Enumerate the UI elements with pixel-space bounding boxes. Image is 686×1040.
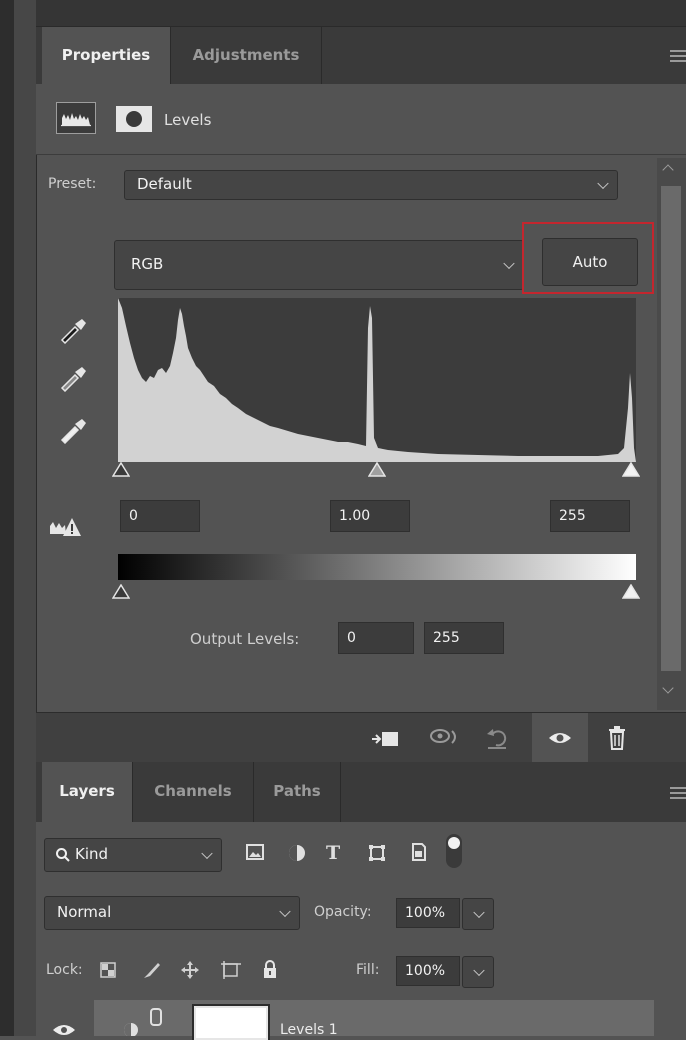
lock-transparent-pixels-icon[interactable] <box>100 962 116 982</box>
properties-tab-row: Properties Adjustments <box>36 26 686 85</box>
input-black-field[interactable]: 0 <box>120 500 200 532</box>
opacity-dropdown[interactable] <box>462 898 494 930</box>
blend-mode-row: Normal Opacity: 100% <box>36 884 686 943</box>
channel-select[interactable]: RGB <box>114 240 524 290</box>
output-white-slider[interactable] <box>621 583 641 604</box>
properties-footer <box>36 712 686 764</box>
search-icon <box>56 848 70 862</box>
input-black-slider[interactable] <box>111 461 131 482</box>
view-previous-state-icon[interactable] <box>428 725 460 753</box>
input-white-slider[interactable] <box>621 461 641 482</box>
fill-field[interactable]: 100% <box>396 956 460 986</box>
white-point-eyedropper-icon[interactable] <box>58 416 90 448</box>
opacity-field[interactable]: 100% <box>396 898 460 928</box>
layer-visibility-eye-icon[interactable] <box>52 1020 76 1036</box>
chevron-down-icon <box>201 847 213 860</box>
opacity-label: Opacity: <box>314 904 372 920</box>
filter-kind-select[interactable]: Kind <box>44 838 222 872</box>
histogram-graph <box>118 298 636 462</box>
adjustment-title: Levels <box>164 111 212 129</box>
preset-label: Preset: <box>48 176 97 192</box>
filter-toggle-switch[interactable] <box>446 834 462 868</box>
black-point-eyedropper-icon[interactable] <box>58 316 90 348</box>
levels-histogram <box>118 298 636 462</box>
chevron-down-icon <box>503 257 515 270</box>
output-gradient <box>118 554 636 580</box>
layer-row[interactable]: Levels 1 <box>36 1000 686 1040</box>
toggle-visibility-button[interactable] <box>532 713 588 763</box>
layers-menu-icon[interactable] <box>670 784 686 802</box>
tab-layers[interactable]: Layers <box>42 762 132 822</box>
output-black-field[interactable]: 0 <box>338 622 414 654</box>
fill-label: Fill: <box>356 962 380 978</box>
filter-kind-value: Kind <box>75 845 109 863</box>
properties-header: Levels <box>36 84 686 155</box>
panel-top-bar <box>36 0 686 26</box>
layer-mask-thumbnail[interactable] <box>194 1006 268 1040</box>
chevron-down-icon <box>597 177 609 190</box>
layers-filter-row: Kind T <box>36 822 686 885</box>
chevron-down-icon <box>473 906 485 919</box>
auto-button[interactable]: Auto <box>542 238 638 286</box>
clipping-warning-icon[interactable] <box>48 516 82 542</box>
filter-adjustment-layers-icon[interactable] <box>288 844 306 866</box>
gray-point-eyedropper-icon[interactable] <box>58 364 90 396</box>
preset-select[interactable]: Default <box>124 170 618 200</box>
input-gamma-field[interactable]: 1.00 <box>330 500 410 532</box>
input-gamma-slider[interactable] <box>367 461 387 482</box>
lock-position-icon[interactable] <box>180 960 200 984</box>
tab-channels[interactable]: Channels <box>133 762 253 822</box>
output-white-field[interactable]: 255 <box>424 622 504 654</box>
lock-image-pixels-icon[interactable] <box>142 960 162 984</box>
blend-mode-select[interactable]: Normal <box>44 896 300 930</box>
clip-to-layer-icon[interactable] <box>370 729 400 753</box>
filter-smart-object-icon[interactable] <box>410 842 428 866</box>
layer-mask-icon[interactable] <box>116 106 152 132</box>
layer-row-selected-bg <box>94 1000 654 1036</box>
lock-artboard-icon[interactable] <box>220 960 242 984</box>
tab-properties[interactable]: Properties <box>42 27 170 85</box>
left-dock-edge <box>14 0 37 1036</box>
link-icon[interactable] <box>150 1008 162 1026</box>
eye-icon <box>549 733 571 743</box>
blend-mode-value: Normal <box>57 903 112 921</box>
lock-row: Lock: Fill: 100% <box>36 942 686 1001</box>
fill-dropdown[interactable] <box>462 956 494 988</box>
chevron-down-icon <box>279 905 291 918</box>
filter-type-layers-icon[interactable]: T <box>326 842 340 864</box>
delete-adjustment-icon[interactable] <box>606 725 628 755</box>
preset-value: Default <box>137 175 192 193</box>
adjustment-layer-icon <box>124 1023 138 1036</box>
tab-adjustments[interactable]: Adjustments <box>171 27 321 85</box>
lock-label: Lock: <box>46 962 83 978</box>
output-black-slider[interactable] <box>111 583 131 604</box>
levels-adjustment-icon[interactable] <box>56 102 96 134</box>
input-white-field[interactable]: 255 <box>550 500 630 532</box>
reset-icon[interactable] <box>484 725 510 755</box>
panel-menu-icon[interactable] <box>670 47 686 65</box>
layers-tab-row: Layers Channels Paths <box>36 762 686 822</box>
scrollbar-thumb[interactable] <box>661 186 681 671</box>
filter-pixel-layers-icon[interactable] <box>246 844 264 864</box>
left-dock-strip <box>0 0 14 1036</box>
chevron-down-icon <box>473 964 485 977</box>
tab-paths[interactable]: Paths <box>254 762 340 822</box>
output-levels-label: Output Levels: <box>190 630 300 648</box>
lock-all-icon[interactable] <box>262 959 278 983</box>
filter-shape-layers-icon[interactable] <box>368 844 386 866</box>
channel-value: RGB <box>131 255 164 273</box>
